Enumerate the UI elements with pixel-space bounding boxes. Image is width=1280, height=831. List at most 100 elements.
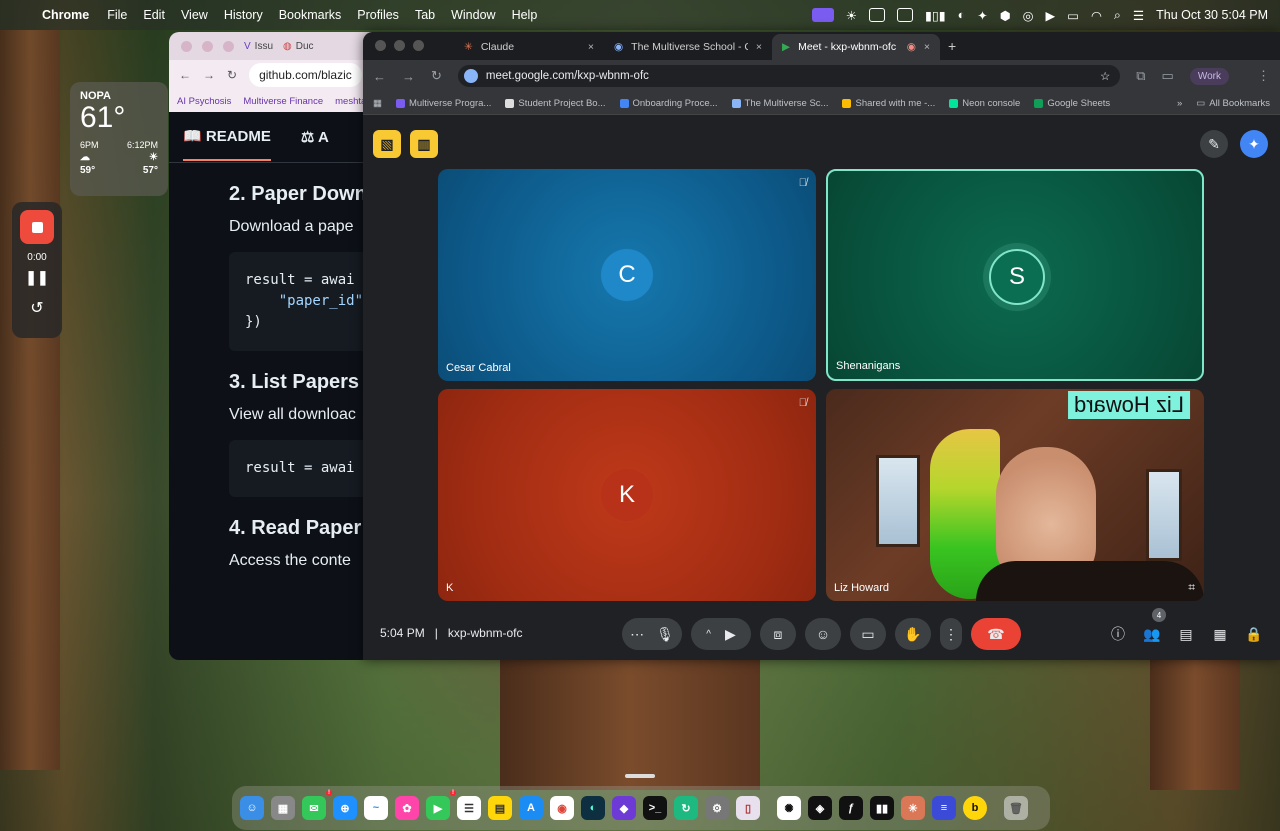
gemini-icon[interactable]: ✦ bbox=[1240, 130, 1268, 158]
tab-calendar[interactable]: ◉ The Multiverse School - Cale × bbox=[604, 34, 772, 60]
more-options-icon[interactable]: ⋯ bbox=[630, 626, 644, 643]
tab-license[interactable]: ⚖ A bbox=[301, 128, 329, 146]
bookmark-item[interactable]: Student Project Bo... bbox=[505, 98, 606, 109]
people-icon[interactable]: 👥 bbox=[1140, 622, 1164, 646]
launchpad-icon[interactable]: ▦ bbox=[271, 796, 295, 820]
pencil-icon[interactable]: ✎ bbox=[1200, 130, 1228, 158]
bookmarks-overflow-icon[interactable]: » bbox=[1177, 98, 1182, 109]
browser-tab[interactable]: ◍ Duc bbox=[283, 41, 314, 52]
battery-icon[interactable]: ▭ bbox=[1067, 8, 1079, 23]
status-app-icon[interactable] bbox=[897, 8, 914, 22]
facetime-icon[interactable]: ▶! bbox=[426, 790, 456, 820]
all-bookmarks[interactable]: ▭ All Bookmarks bbox=[1196, 98, 1270, 109]
notes-icon[interactable]: ▤ bbox=[488, 796, 512, 820]
back-icon[interactable]: ← bbox=[179, 68, 191, 82]
camera-control-group[interactable]: ^ ▶ bbox=[691, 618, 751, 650]
chrome-icon[interactable]: ◉ bbox=[550, 796, 574, 820]
menu-help[interactable]: Help bbox=[512, 8, 538, 22]
address-bar[interactable]: github.com/blazic bbox=[249, 63, 362, 87]
back-icon[interactable]: ← bbox=[373, 69, 386, 84]
bookmark-item[interactable]: AI Psychosis bbox=[177, 96, 231, 107]
menu-bookmarks[interactable]: Bookmarks bbox=[279, 8, 342, 22]
restart-button[interactable]: ↺ bbox=[30, 298, 43, 318]
lines-icon[interactable]: ≡ bbox=[932, 796, 956, 820]
reminders-icon[interactable]: ☰ bbox=[457, 796, 481, 820]
chat-icon[interactable]: ▤ bbox=[1174, 622, 1198, 646]
finder-icon[interactable]: ☺ bbox=[240, 796, 264, 820]
host-controls-icon[interactable]: 🔒 bbox=[1242, 622, 1266, 646]
reactions-button[interactable]: ☺ bbox=[805, 618, 841, 650]
menu-view[interactable]: View bbox=[181, 8, 208, 22]
crop-icon[interactable]: ⌗ bbox=[1188, 580, 1195, 595]
chevron-up-icon[interactable]: ^ bbox=[706, 629, 711, 640]
status-app-icon[interactable]: ◐ bbox=[958, 8, 966, 22]
more-options-button[interactable]: ⋮ bbox=[940, 618, 962, 650]
reload-icon[interactable]: ↻ bbox=[431, 68, 442, 84]
apps-grid-icon[interactable]: ▦ bbox=[373, 98, 382, 109]
menu-edit[interactable]: Edit bbox=[143, 8, 165, 22]
present-screen-button[interactable]: ⧈ bbox=[760, 618, 796, 650]
participant-video-tile[interactable]: Liz Howard Liz Howard ⌗ bbox=[826, 389, 1204, 601]
reload-icon[interactable]: ↻ bbox=[227, 68, 237, 82]
b-circle-icon[interactable]: b bbox=[963, 796, 987, 820]
participant-tile[interactable]: C 🎙̸ Cesar Cabral bbox=[438, 169, 816, 381]
menu-profiles[interactable]: Profiles bbox=[357, 8, 399, 22]
shield-icon[interactable]: ⬢ bbox=[1000, 8, 1011, 23]
microphone-icon[interactable]: 🎙 bbox=[656, 626, 674, 643]
status-app-icon[interactable]: ◎ bbox=[1023, 8, 1034, 23]
bookmark-item[interactable]: Multiverse Progra... bbox=[395, 98, 491, 109]
zoom-window-icon[interactable] bbox=[413, 40, 424, 51]
close-window-icon[interactable] bbox=[375, 40, 386, 51]
openai-icon[interactable]: ✺ bbox=[777, 796, 801, 820]
menu-tab[interactable]: Tab bbox=[415, 8, 435, 22]
participant-tile[interactable]: K 🎙̸ K bbox=[438, 389, 816, 601]
screen-tool-icon[interactable]: ▯ bbox=[736, 796, 760, 820]
tab-meet[interactable]: ▶ Meet - kxp-wbnm-ofc ◉ × bbox=[772, 34, 940, 60]
sync-icon[interactable]: ↻ bbox=[674, 796, 698, 820]
menu-window[interactable]: Window bbox=[451, 8, 495, 22]
minimize-window-icon[interactable] bbox=[202, 40, 213, 52]
weather-widget[interactable]: NOPA 61° 6PM 6:12PM ☁ ☀ 59° 57° bbox=[70, 82, 168, 196]
hide-video-extension-icon[interactable]: ▧ bbox=[373, 130, 401, 158]
activities-icon[interactable]: ▦ bbox=[1208, 622, 1232, 646]
menu-app-name[interactable]: Chrome bbox=[42, 8, 89, 22]
minimize-window-icon[interactable] bbox=[394, 40, 405, 51]
messages-icon[interactable]: ✉! bbox=[302, 790, 332, 820]
sound-icon[interactable]: ▮▮ bbox=[870, 796, 894, 820]
close-tab-icon[interactable]: × bbox=[756, 41, 762, 53]
obsidian-icon[interactable]: ◆ bbox=[612, 796, 636, 820]
bookmark-item[interactable]: meshta bbox=[335, 96, 366, 107]
leave-call-button[interactable]: ☎ bbox=[971, 618, 1021, 650]
search-icon[interactable]: ⌕ bbox=[1114, 8, 1121, 23]
stop-record-button[interactable] bbox=[20, 210, 54, 244]
close-window-icon[interactable] bbox=[181, 40, 192, 52]
tab-readme[interactable]: 📖 README bbox=[183, 113, 271, 161]
bookmark-item[interactable]: Multiverse Finance bbox=[243, 96, 323, 107]
dark-app-icon[interactable]: ◈ bbox=[808, 796, 832, 820]
brightness-icon[interactable]: ☀ bbox=[846, 8, 857, 23]
wifi-icon[interactable]: ◠ bbox=[1091, 8, 1102, 23]
bookmark-item[interactable]: The Multiverse Sc... bbox=[731, 98, 828, 109]
photos-icon[interactable]: ✿ bbox=[395, 796, 419, 820]
status-app-icon[interactable] bbox=[869, 8, 886, 22]
audio-levels-icon[interactable]: ▮▯▮ bbox=[925, 8, 946, 23]
new-tab-icon[interactable]: + bbox=[940, 38, 964, 60]
browser-tab[interactable]: V Issu bbox=[244, 41, 273, 52]
claude-app-icon[interactable]: ✳ bbox=[901, 796, 925, 820]
dock-handle[interactable] bbox=[625, 774, 655, 778]
forward-icon[interactable]: → bbox=[203, 68, 215, 82]
site-info-icon[interactable] bbox=[463, 69, 478, 83]
zoom-window-icon[interactable] bbox=[223, 40, 234, 52]
profile-chip[interactable]: Work bbox=[1189, 67, 1229, 85]
more-icon[interactable]: ⋮ bbox=[1257, 68, 1270, 84]
forward-icon[interactable]: → bbox=[402, 69, 415, 84]
safari-icon[interactable]: ⊕ bbox=[333, 796, 357, 820]
bookmark-item[interactable]: Onboarding Proce... bbox=[619, 98, 718, 109]
bookmark-star-icon[interactable]: ☆ bbox=[1100, 69, 1110, 83]
sparkle-icon[interactable]: ✦ bbox=[977, 8, 987, 23]
extensions-icon[interactable]: ⧉ bbox=[1136, 68, 1145, 84]
screen-record-icon[interactable] bbox=[811, 8, 834, 22]
bookmark-item[interactable]: Shared with me -... bbox=[842, 98, 935, 109]
address-bar[interactable]: meet.google.com/kxp-wbnm-ofc ☆ bbox=[457, 65, 1121, 87]
close-tab-icon[interactable]: × bbox=[588, 41, 594, 53]
